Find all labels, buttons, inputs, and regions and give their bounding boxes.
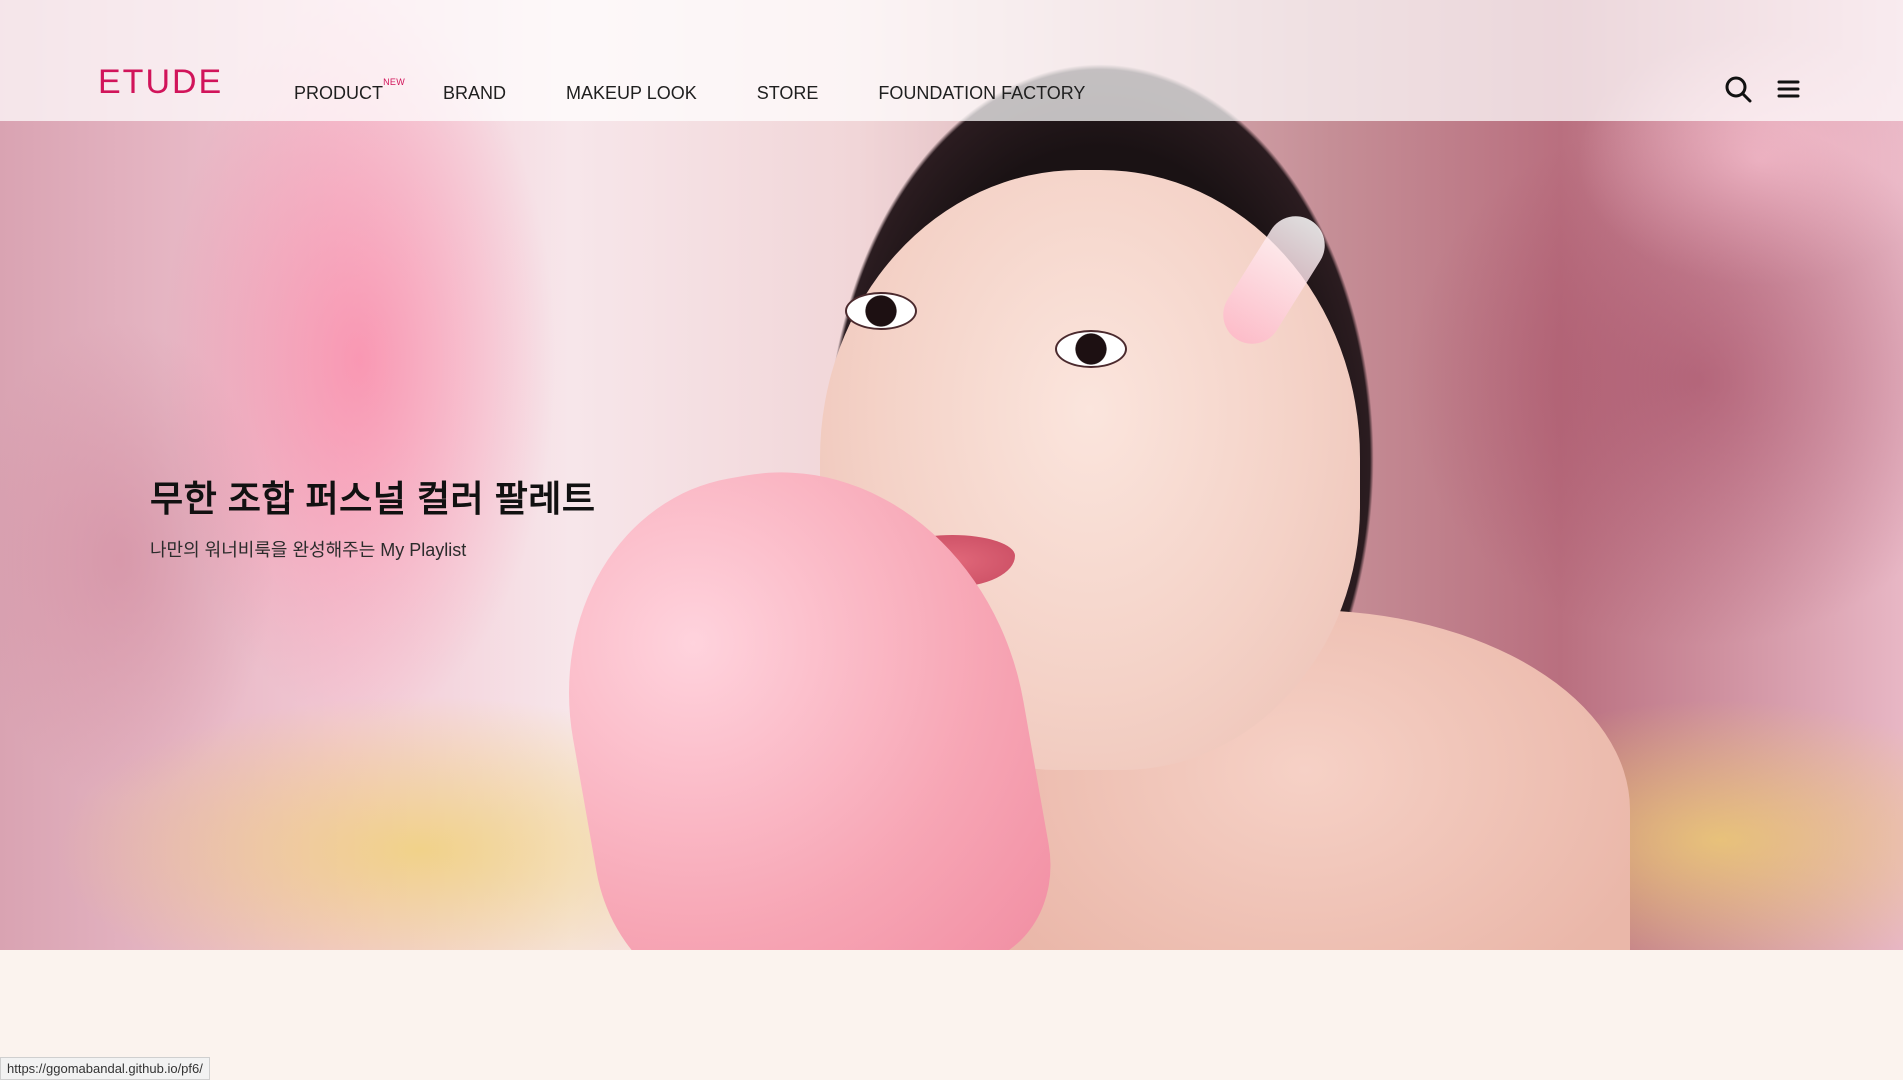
menu-icon[interactable]: [1773, 74, 1803, 104]
hero-banner[interactable]: 무한 조합 퍼스널 컬러 팔레트 나만의 워너비룩을 완성해주는 My Play…: [0, 0, 1903, 950]
new-badge: NEW: [383, 77, 405, 87]
brand-logo[interactable]: ETUDE: [98, 63, 223, 102]
main-nav: PRODUCT NEW BRAND MAKEUP LOOK STORE FOUN…: [294, 77, 1085, 104]
site-header: ETUDE PRODUCT NEW BRAND MAKEUP LOOK STOR…: [0, 0, 1903, 121]
nav-item-brand[interactable]: BRAND: [443, 83, 506, 104]
nav-item-label: BRAND: [443, 83, 507, 103]
status-bar-url: https://ggomabandal.github.io/pf6/: [0, 1057, 210, 1080]
nav-item-product[interactable]: PRODUCT NEW: [294, 77, 405, 104]
hero-model-eye-right: [1055, 330, 1127, 368]
nav-item-label: MAKEUP LOOK: [566, 83, 697, 103]
search-icon[interactable]: [1723, 74, 1753, 104]
page-lower-area: [0, 950, 1903, 1080]
hero-title: 무한 조합 퍼스널 컬러 팔레트: [150, 478, 596, 519]
hero-copy: 무한 조합 퍼스널 컬러 팔레트 나만의 워너비룩을 완성해주는 My Play…: [150, 470, 670, 562]
header-icons: [1723, 74, 1803, 104]
nav-item-label: FOUNDATION FACTORY: [878, 83, 1086, 103]
nav-item-store[interactable]: STORE: [757, 83, 819, 104]
nav-item-label: STORE: [756, 83, 819, 103]
nav-item-foundation-factory[interactable]: FOUNDATION FACTORY: [878, 83, 1085, 104]
nav-item-makeup-look[interactable]: MAKEUP LOOK: [566, 83, 697, 104]
hero-model-eye-left: [845, 292, 917, 330]
nav-item-label: PRODUCT: [294, 83, 383, 103]
hero-subtitle: 나만의 워너비룩을 완성해주는 My Playlist: [150, 540, 467, 560]
